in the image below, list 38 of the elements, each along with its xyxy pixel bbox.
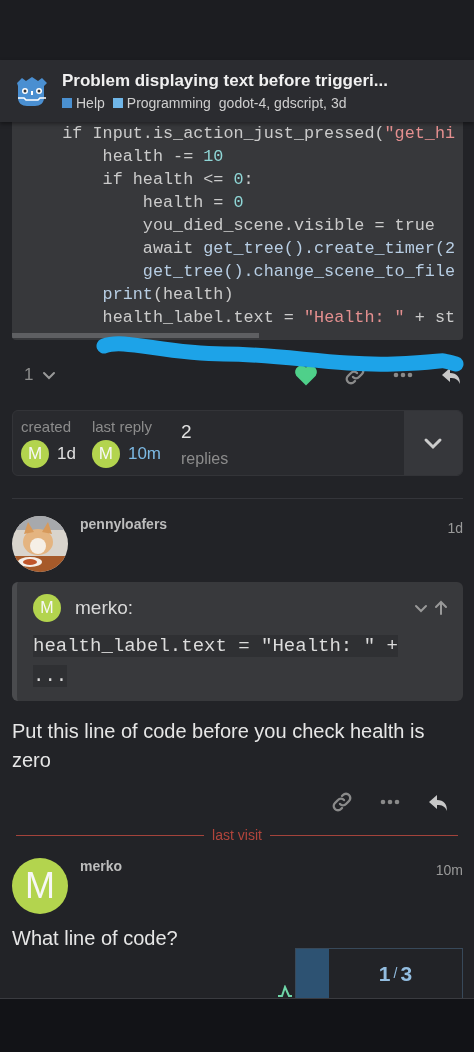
inline-code: health_label.text = "Health: " + — [33, 634, 398, 657]
timeline-control[interactable]: 1/3 — [295, 948, 463, 998]
summary-label: last reply — [91, 418, 153, 436]
post-time[interactable]: 10m — [435, 859, 463, 914]
code-line: health = 0 — [141, 192, 245, 214]
code-line: if Input.is_action_just_pressed("get_hi — [61, 123, 457, 145]
like-count-button[interactable]: 1 — [24, 362, 58, 388]
code-line: health -= 10 — [101, 146, 225, 168]
category-link[interactable]: Help — [62, 93, 105, 115]
scrollbar[interactable] — [12, 333, 259, 338]
username[interactable]: pennyloafers — [76, 514, 168, 572]
timeline-position[interactable]: 1/3 — [329, 949, 462, 998]
username[interactable]: merko — [76, 855, 123, 914]
code-line: print(health) — [101, 284, 235, 306]
last-visit-label: last visit — [212, 825, 262, 845]
code-line: health_label.text = "Health: " + st — [101, 307, 457, 329]
reply-count: 2 — [181, 419, 193, 444]
summary-label: created — [21, 418, 73, 436]
link-icon[interactable] — [331, 790, 353, 813]
inline-code: ... — [33, 664, 68, 687]
code-line: you_died_scene.visible = true — [141, 215, 436, 237]
post-text: Put this line of code before you check health is zero — [12, 718, 426, 773]
category-link[interactable]: Programming — [112, 93, 211, 115]
squiggle-icon — [277, 985, 293, 997]
post-text: What line of code? — [12, 925, 179, 951]
topic-title[interactable]: Problem displaying text before triggeri... — [62, 67, 388, 94]
post-time[interactable]: 1d — [447, 518, 463, 572]
quote-author: merko: — [75, 596, 134, 620]
summary-time[interactable]: 1d — [57, 441, 76, 467]
summary-time[interactable]: 10m — [127, 441, 161, 467]
arrow-up-icon[interactable] — [433, 600, 449, 617]
heart-icon[interactable] — [294, 364, 318, 386]
timeline-handle[interactable] — [296, 949, 329, 998]
code-line: await get_tree().create_timer(2 — [141, 238, 457, 260]
summary-label: replies — [181, 450, 229, 469]
tag-list[interactable]: godot-4, gdscript, 3d — [218, 93, 347, 115]
code-line: get_tree().change_scene_to_file — [141, 261, 457, 283]
code-line: if health <= 0: — [101, 169, 255, 191]
